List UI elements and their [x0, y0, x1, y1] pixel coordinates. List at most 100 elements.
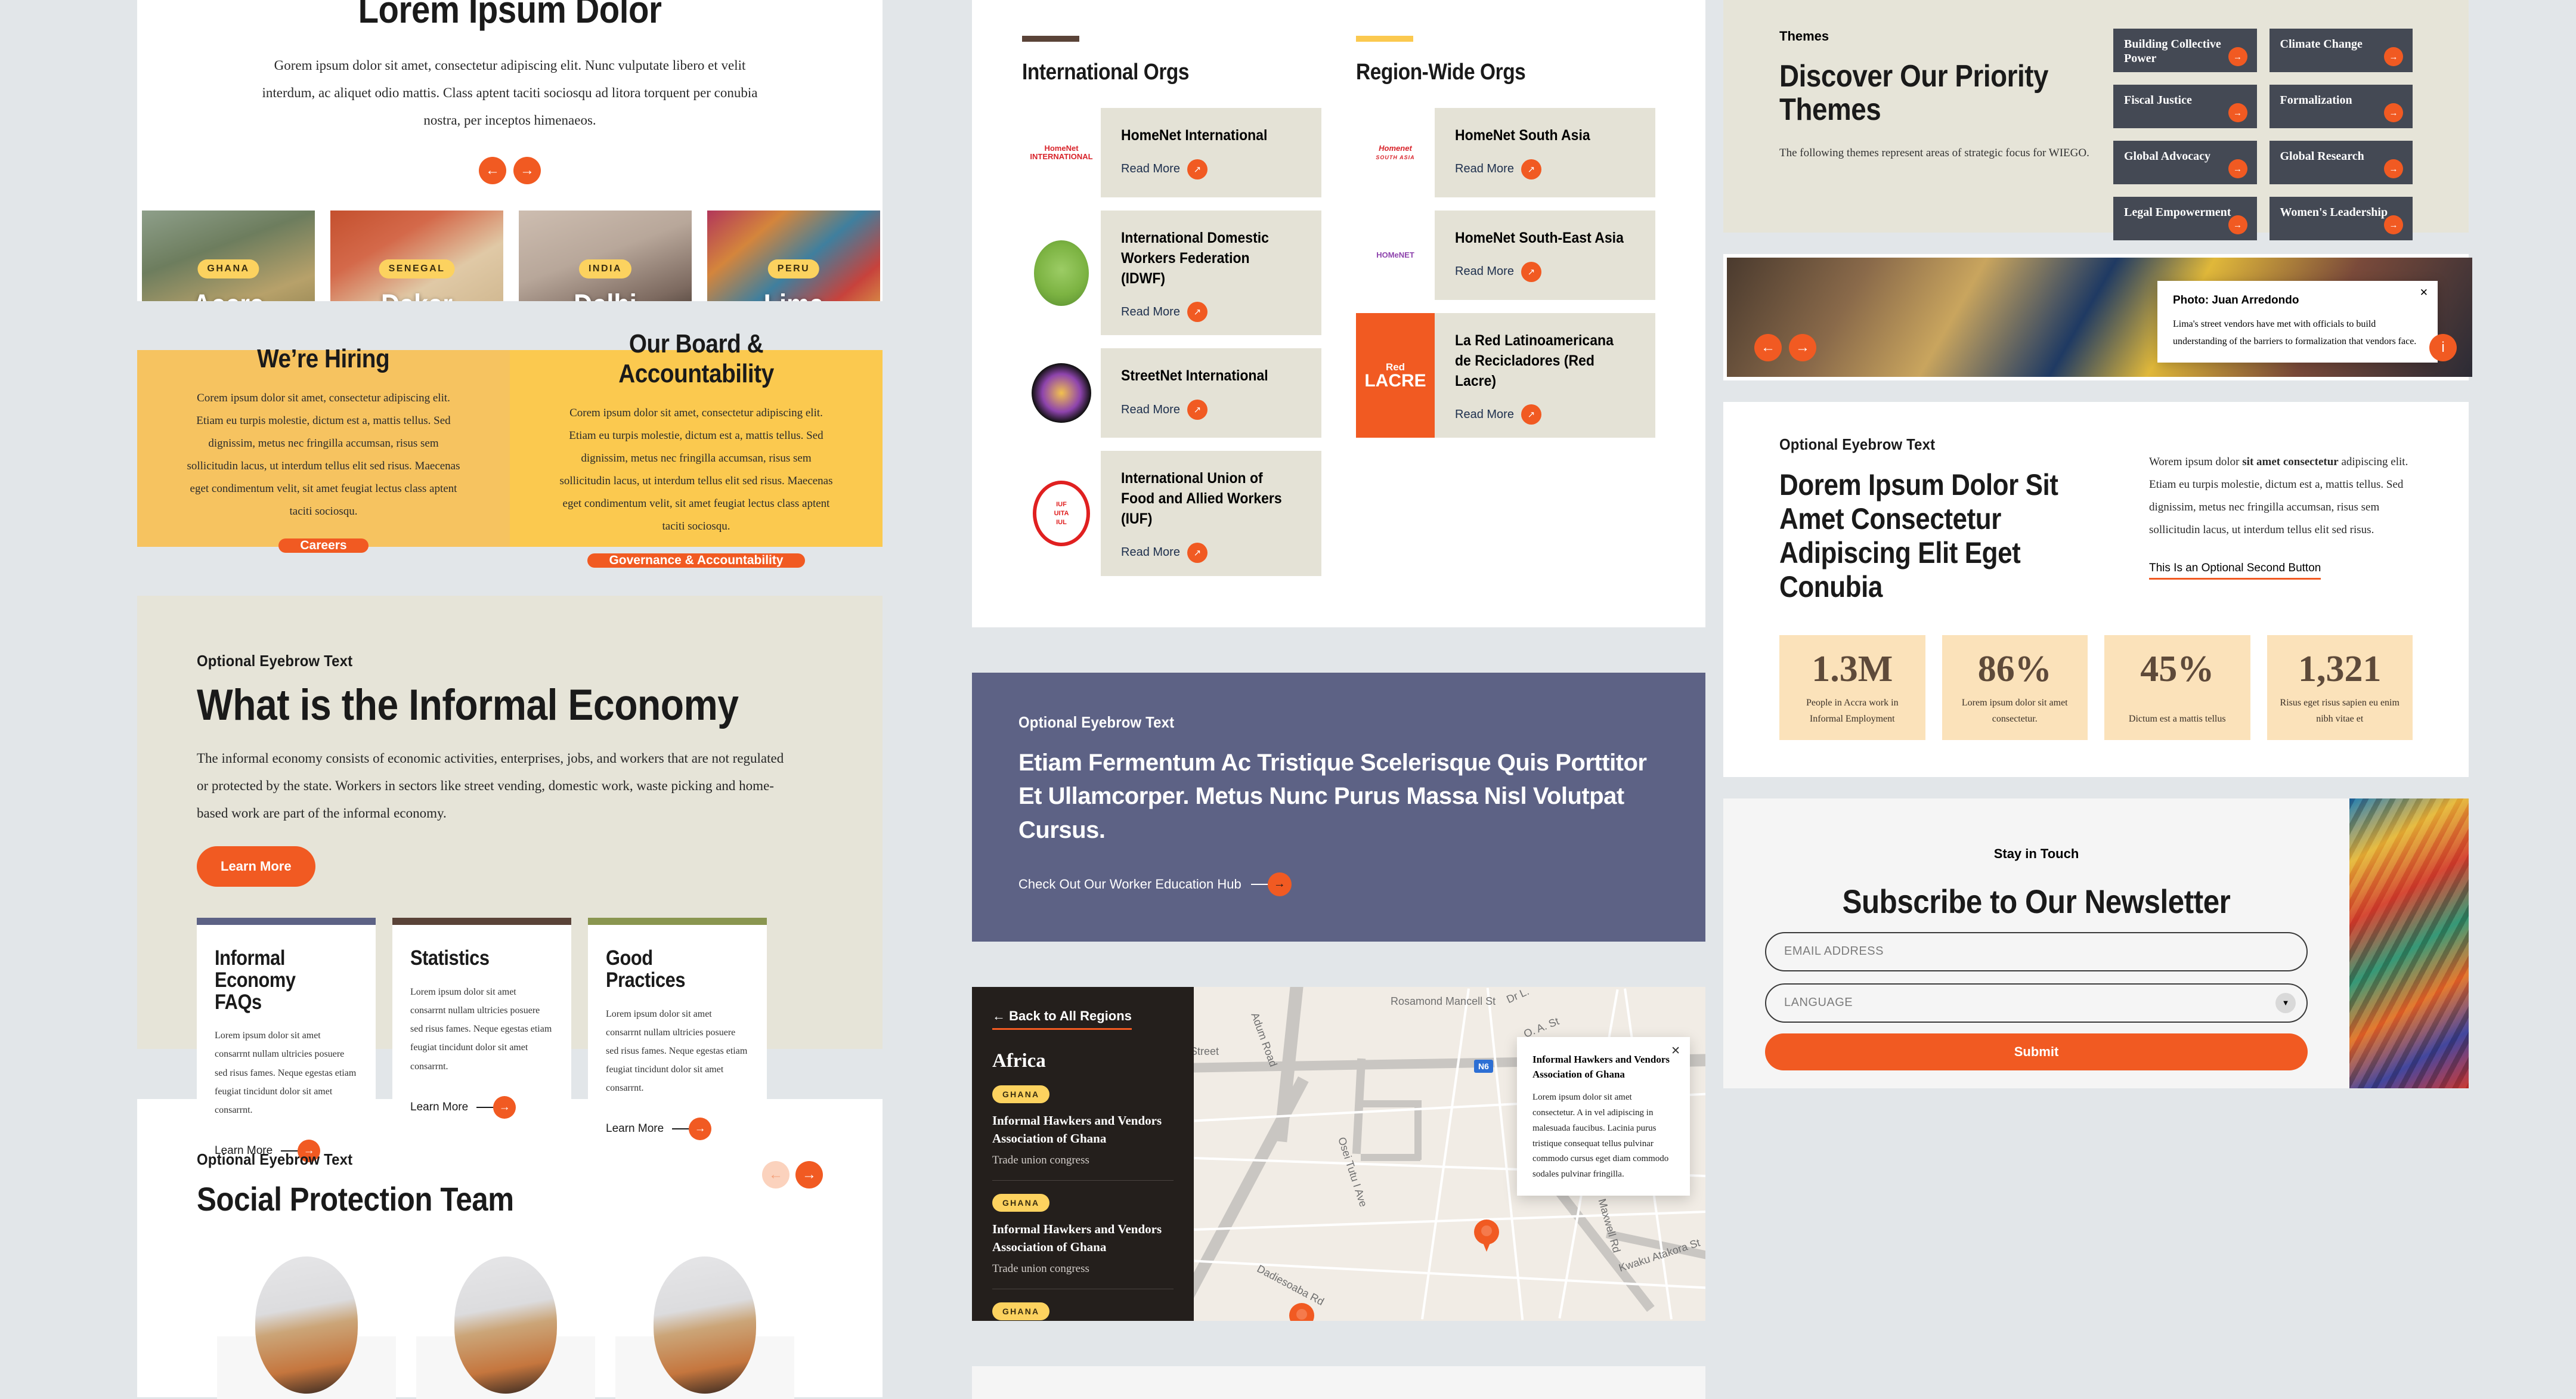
city-card-accra[interactable]: GHANA Accra: [142, 210, 315, 301]
email-field[interactable]: [1784, 945, 2289, 959]
org-row-idwf[interactable]: International Domestic Workers Federatio…: [1022, 211, 1321, 336]
city-card-dakar[interactable]: SENEGAL Dakar: [330, 210, 503, 301]
team-member-card[interactable]: Jennifer Doe: [217, 1256, 396, 1399]
info-card-link[interactable]: Learn More →: [606, 1118, 749, 1141]
careers-button[interactable]: Careers: [278, 538, 369, 553]
info-card-faqs[interactable]: Informal Economy FAQs Lorem ipsum dolor …: [197, 918, 376, 1190]
team-title: Social Protection Team: [197, 1180, 514, 1218]
close-icon[interactable]: ✕: [2420, 287, 2428, 299]
submit-button[interactable]: Submit: [1765, 1033, 2308, 1070]
external-link-icon[interactable]: ↗: [1187, 542, 1208, 563]
team-member-card[interactable]: Jennifer Doe: [615, 1256, 794, 1399]
country-chip: GHANA: [992, 1302, 1050, 1320]
stat-card: 86% Lorem ipsum dolor sit amet consectet…: [1942, 635, 2088, 740]
banner-headline: Etiam Fermentum Ac Tristique Scelerisque…: [1018, 749, 1647, 844]
theme-tile-global-research[interactable]: Global Research →: [2269, 141, 2413, 184]
hero-subtitle: Gorem ipsum dolor sit amet, consectetur …: [262, 57, 758, 128]
org-read-more-link[interactable]: Read More ↗: [1121, 302, 1307, 323]
arrow-right-icon[interactable]: →: [2384, 215, 2403, 234]
team-prev-button[interactable]: ←: [762, 1161, 789, 1188]
org-row-iuf[interactable]: IUF UITA IUL International Union of Food a…: [1022, 451, 1321, 576]
arrow-right-icon[interactable]: →: [2228, 215, 2247, 234]
theme-label: Formalization: [2280, 94, 2352, 107]
regions-map-section: ← Back to All Regions Africa GHANA Infor…: [972, 986, 1705, 1321]
city-card-delhi[interactable]: INDIA Delhi: [519, 210, 692, 301]
theme-tile-legal-empowerment[interactable]: Legal Empowerment →: [2113, 197, 2257, 240]
arrow-right-icon[interactable]: →: [2384, 47, 2403, 66]
external-link-icon[interactable]: ↗: [1187, 400, 1208, 420]
map-pin[interactable]: [1289, 1302, 1314, 1321]
theme-tile-formalization[interactable]: Formalization →: [2269, 85, 2413, 128]
map-item-title: Informal Hawkers and Vendors Association…: [992, 1221, 1162, 1255]
language-select[interactable]: [1784, 996, 2289, 1010]
theme-tile-fiscal-justice[interactable]: Fiscal Justice →: [2113, 85, 2257, 128]
arrow-right-icon[interactable]: →: [1267, 872, 1292, 896]
map-list-item[interactable]: GHANA Informal Hawkers and Vendors Assoc…: [992, 1289, 1174, 1321]
external-link-icon[interactable]: ↗: [1187, 159, 1208, 179]
theme-tile-womens-leadership[interactable]: Women's Leadership →: [2269, 197, 2413, 240]
org-read-more-link[interactable]: Read More ↗: [1121, 400, 1307, 420]
governance-button[interactable]: Governance & Accountability: [587, 553, 805, 568]
map-popup[interactable]: ✕ Informal Hawkers and Vendors Associati…: [1517, 1036, 1690, 1196]
external-link-icon[interactable]: ↗: [1187, 302, 1208, 323]
theme-label: Women's Leadership: [2280, 206, 2388, 219]
photo-caption: Lima's street vendors have met with offi…: [2173, 318, 2417, 347]
newsletter-section: Stay in Touch Subscribe to Our Newslette…: [1723, 798, 2469, 1088]
external-link-icon[interactable]: ↗: [1521, 159, 1541, 179]
arrow-right-icon[interactable]: →: [493, 1095, 516, 1119]
map-popup-title: Informal Hawkers and Vendors Association…: [1532, 1053, 1670, 1080]
email-field-wrap[interactable]: [1765, 931, 2308, 971]
city-country-tag: SENEGAL: [379, 259, 455, 278]
map-minor-road: [1421, 988, 1470, 1320]
arrow-right-icon[interactable]: →: [2228, 103, 2247, 122]
photo-info-button[interactable]: i: [2429, 334, 2457, 361]
map-pin[interactable]: [1474, 1219, 1499, 1253]
theme-tile-climate-change[interactable]: Climate Change →: [2269, 29, 2413, 72]
avatar: [454, 1256, 557, 1394]
theme-tile-global-advocacy[interactable]: Global Advocacy →: [2113, 141, 2257, 184]
org-read-more-link[interactable]: Read More ↗: [1121, 159, 1307, 179]
banner-cta-link[interactable]: Check Out Our Worker Education Hub →: [1018, 872, 1659, 896]
hero-prev-button[interactable]: ←: [479, 156, 506, 184]
team-member-card[interactable]: Jennifer Doe: [416, 1256, 595, 1399]
external-link-icon[interactable]: ↗: [1521, 261, 1541, 282]
photo-caption-popup[interactable]: ✕ Photo: Juan Arredondo Lima's street ve…: [2157, 280, 2438, 363]
photo-next-button[interactable]: →: [1789, 334, 1816, 361]
theme-label: Legal Empowerment: [2124, 206, 2231, 219]
org-row-streetnet[interactable]: StreetNet International Read More ↗: [1022, 348, 1321, 438]
external-link-icon[interactable]: ↗: [1521, 404, 1541, 425]
city-country-tag: GHANA: [197, 259, 259, 278]
organizations-section: International Orgs HomeNet INTERNATIONAL …: [972, 0, 1705, 627]
arrow-right-icon[interactable]: →: [689, 1118, 712, 1141]
map-list-item[interactable]: GHANA Informal Hawkers and Vendors Assoc…: [992, 1181, 1174, 1289]
eyebrow-text: Optional Eyebrow Text: [197, 652, 353, 670]
team-next-button[interactable]: →: [795, 1161, 823, 1188]
hero-next-button[interactable]: →: [513, 156, 541, 184]
column-left: Lorem Ipsum Dolor Gorem ipsum dolor sit …: [0, 0, 883, 1399]
arrow-right-icon[interactable]: →: [2228, 159, 2247, 178]
theme-tile-building-collective-power[interactable]: Building Collective Power →: [2113, 29, 2257, 72]
language-field-wrap[interactable]: ▼: [1765, 983, 2308, 1023]
arrow-right-icon[interactable]: →: [2384, 159, 2403, 178]
close-icon[interactable]: ✕: [1671, 1044, 1680, 1058]
learn-more-button[interactable]: Learn More: [197, 846, 315, 887]
photo-prev-button[interactable]: ←: [1754, 334, 1782, 361]
info-card-good-practices[interactable]: Good Practices Lorem ipsum dolor sit ame…: [588, 918, 767, 1190]
org-read-more-link[interactable]: Read More ↗: [1121, 542, 1307, 563]
map-sidebar: ← Back to All Regions Africa GHANA Infor…: [972, 986, 1194, 1321]
info-card-statistics[interactable]: Statistics Lorem ipsum dolor sit amet co…: [392, 918, 571, 1190]
dorem-title: Dorem Ipsum Dolor Sit Amet Consectetur A…: [1779, 468, 2058, 603]
map-list-item[interactable]: GHANA Informal Hawkers and Vendors Assoc…: [992, 1072, 1174, 1181]
arrow-right-icon[interactable]: →: [2384, 103, 2403, 122]
iuf-logo: IUF UITA IUL: [1022, 451, 1101, 576]
card-accent-bar: [588, 918, 767, 925]
chevron-down-icon[interactable]: ▼: [2275, 992, 2296, 1013]
secondary-button[interactable]: This Is an Optional Second Button: [2149, 562, 2321, 580]
photo-carousel[interactable]: ← → ✕ Photo: Juan Arredondo Lima's stree…: [1727, 258, 2472, 377]
org-row-homenet-international[interactable]: HomeNet INTERNATIONAL HomeNet Internation…: [1022, 108, 1321, 197]
map-road: [1361, 1100, 1420, 1107]
street-label: Dr L.: [1504, 986, 1531, 1006]
back-to-all-regions-link[interactable]: ← Back to All Regions: [992, 1008, 1132, 1030]
arrow-right-icon[interactable]: →: [2228, 47, 2247, 66]
info-card-link[interactable]: Learn More →: [410, 1095, 553, 1119]
